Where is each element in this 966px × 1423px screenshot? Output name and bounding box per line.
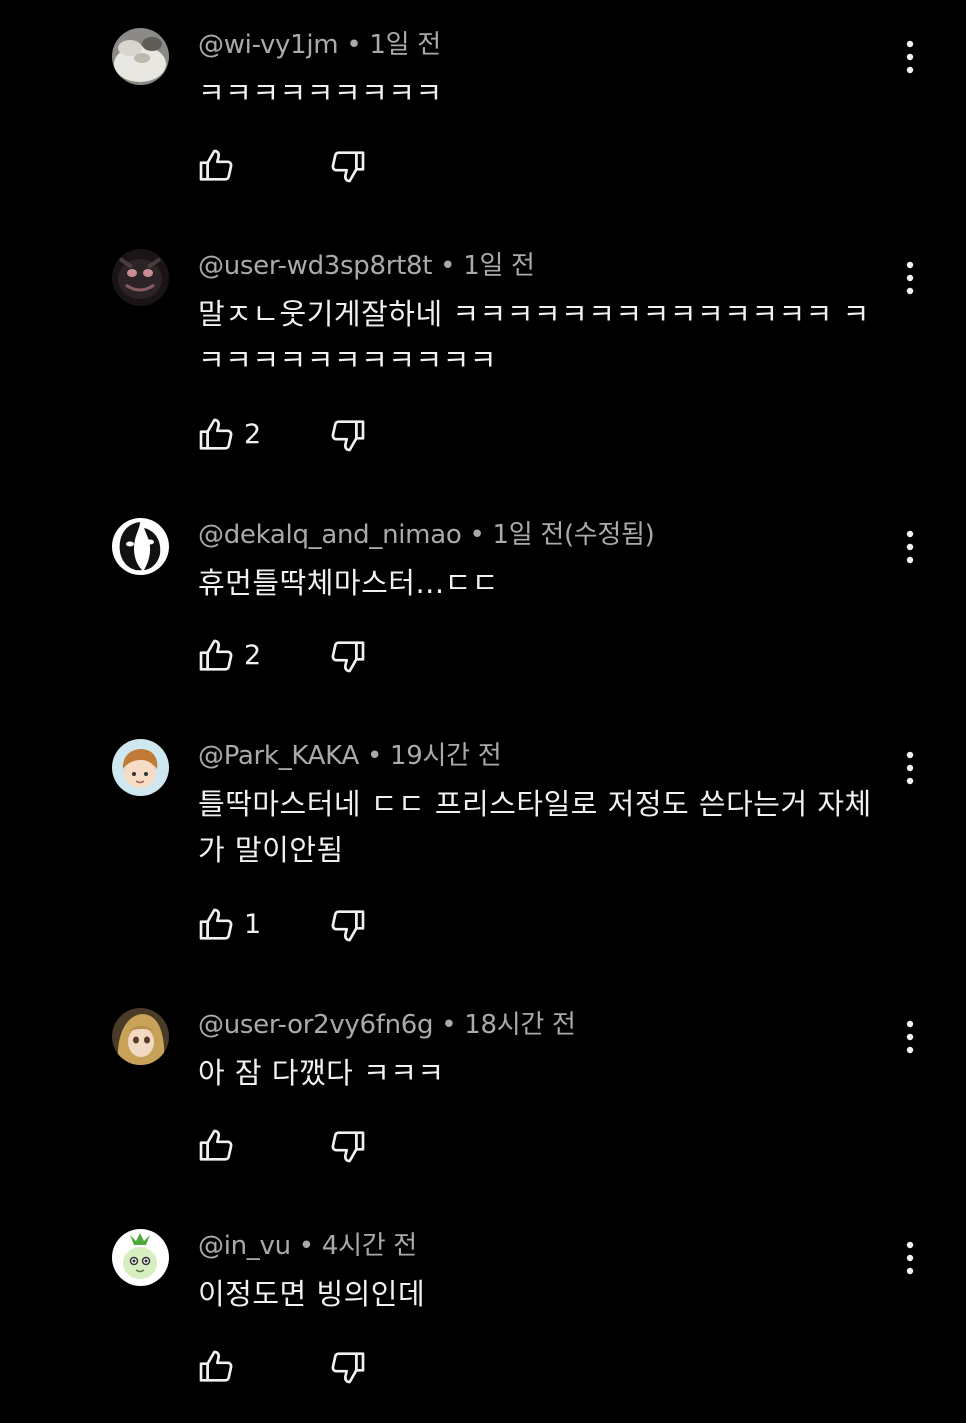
comment-text: 틀딱마스터네 ㄷㄷ 프리스타일로 저정도 쓴다는거 자체가 말이안됨 bbox=[198, 787, 872, 867]
comment-text: 휴먼틀딱체마스터...ㄷㄷ bbox=[198, 566, 499, 600]
comment-time: 1일 전 bbox=[463, 251, 535, 281]
meta-separator: • bbox=[366, 741, 382, 771]
comment-actions: 2 bbox=[196, 636, 396, 680]
avatar[interactable] bbox=[112, 28, 169, 85]
comment-time: 1일 전(수정됨) bbox=[492, 520, 655, 550]
more-vertical-icon[interactable] bbox=[893, 257, 927, 299]
avatar[interactable] bbox=[112, 518, 169, 575]
meta-separator: • bbox=[440, 251, 456, 281]
thumbs-up-icon[interactable] bbox=[196, 905, 236, 945]
avatar[interactable] bbox=[112, 739, 169, 796]
like-count: 1 bbox=[244, 909, 262, 940]
comment-meta: @Park_KAKA • 19시간 전 bbox=[198, 739, 502, 773]
comment-actions bbox=[196, 146, 396, 190]
thumbs-up-icon[interactable] bbox=[196, 636, 236, 676]
more-vertical-icon[interactable] bbox=[893, 526, 927, 568]
thumbs-down-icon[interactable] bbox=[328, 1347, 368, 1387]
comment-meta: @user-wd3sp8rt8t • 1일 전 bbox=[198, 249, 535, 283]
comment-author[interactable]: @user-or2vy6fn6g bbox=[198, 1010, 434, 1040]
more-vertical-icon[interactable] bbox=[893, 36, 927, 78]
meta-separator: • bbox=[469, 520, 485, 550]
comment-actions: 2 bbox=[196, 415, 396, 459]
comment-author[interactable]: @wi-vy1jm bbox=[198, 30, 339, 60]
thumbs-up-icon[interactable] bbox=[196, 146, 236, 186]
more-vertical-icon[interactable] bbox=[893, 1237, 927, 1279]
comment-author[interactable]: @Park_KAKA bbox=[198, 741, 359, 771]
thumbs-down-icon[interactable] bbox=[328, 905, 368, 945]
comment-meta: @in_vu • 4시간 전 bbox=[198, 1229, 417, 1263]
meta-separator: • bbox=[298, 1231, 314, 1261]
comment-actions: 1 bbox=[196, 905, 396, 949]
comment-author[interactable]: @in_vu bbox=[198, 1231, 291, 1261]
comment-actions bbox=[196, 1126, 396, 1170]
thumbs-up-icon[interactable] bbox=[196, 415, 236, 455]
comment-text: 말ㅈㄴ웃기게잘하네 ㅋㅋㅋㅋㅋㅋㅋㅋㅋㅋㅋㅋㅋㅋ ㅋㅋㅋㅋㅋㅋㅋㅋㅋㅋㅋㅋ bbox=[198, 297, 870, 377]
comment-author[interactable]: @dekalq_and_nimao bbox=[198, 520, 462, 550]
comment-text: 이정도면 빙의인데 bbox=[198, 1277, 426, 1311]
avatar[interactable] bbox=[112, 1229, 169, 1286]
thumbs-down-icon[interactable] bbox=[328, 146, 368, 186]
thumbs-down-icon[interactable] bbox=[328, 636, 368, 676]
comment-time: 1일 전 bbox=[369, 30, 441, 60]
meta-separator: • bbox=[346, 30, 362, 60]
comment-text: 아 잠 다깼다 ㅋㅋㅋ bbox=[198, 1056, 445, 1090]
thumbs-down-icon[interactable] bbox=[328, 415, 368, 455]
comment-time: 4시간 전 bbox=[321, 1231, 417, 1261]
thumbs-up-icon[interactable] bbox=[196, 1126, 236, 1166]
more-vertical-icon[interactable] bbox=[893, 747, 927, 789]
like-count: 2 bbox=[244, 419, 262, 450]
comment-meta: @dekalq_and_nimao • 1일 전(수정됨) bbox=[198, 518, 655, 552]
comment-meta: @wi-vy1jm • 1일 전 bbox=[198, 28, 441, 62]
more-vertical-icon[interactable] bbox=[893, 1016, 927, 1058]
comment-time: 18시간 전 bbox=[464, 1010, 576, 1040]
avatar[interactable] bbox=[112, 1008, 169, 1065]
comment-meta: @user-or2vy6fn6g • 18시간 전 bbox=[198, 1008, 576, 1042]
meta-separator: • bbox=[441, 1010, 457, 1040]
comment-author[interactable]: @user-wd3sp8rt8t bbox=[198, 251, 432, 281]
comment-time: 19시간 전 bbox=[390, 741, 502, 771]
comment-text: ㅋㅋㅋㅋㅋㅋㅋㅋㅋ bbox=[198, 76, 443, 110]
like-count: 2 bbox=[244, 640, 262, 671]
thumbs-up-icon[interactable] bbox=[196, 1347, 236, 1387]
avatar[interactable] bbox=[112, 249, 169, 306]
comment-actions bbox=[196, 1347, 396, 1391]
thumbs-down-icon[interactable] bbox=[328, 1126, 368, 1166]
